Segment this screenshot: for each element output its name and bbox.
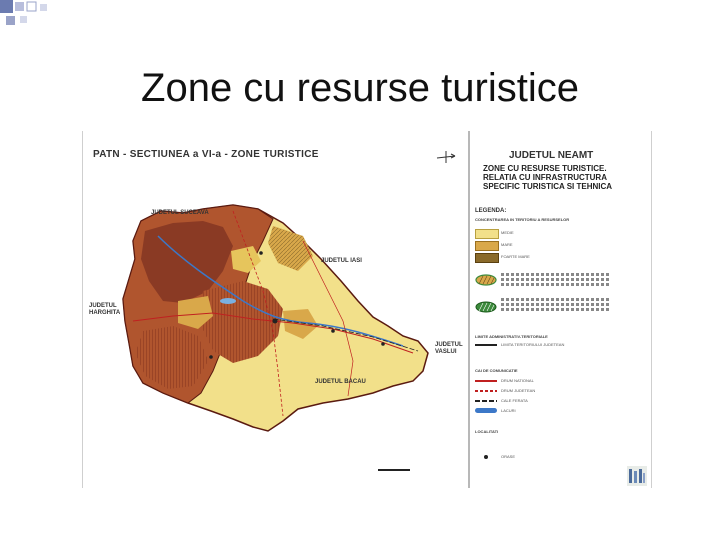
- label-iasi: JUDETUL IASI: [321, 258, 362, 264]
- slide-title: Zone cu resurse turistice: [141, 66, 579, 110]
- map-divider: [468, 131, 470, 488]
- town-marker: [381, 342, 385, 346]
- legend-swatch-lakes: [475, 408, 497, 413]
- label-suceava: JUDETUL SUCEAVA: [151, 210, 209, 216]
- label-harghita: JUDETUL HARGHITA: [89, 303, 121, 316]
- legend-swatch-high: [475, 241, 499, 251]
- town-marker: [272, 318, 278, 324]
- town-marker: [209, 355, 213, 359]
- legend-hatched-oval-1: [475, 274, 497, 286]
- lake: [220, 298, 236, 304]
- label-bacau: JUDETUL BACAU: [315, 379, 366, 385]
- corner-decoration: [0, 0, 47, 25]
- legend-line-national-road: [475, 380, 497, 382]
- legend-label-city: ORASE: [501, 454, 516, 459]
- legend-heading: LEGENDA:: [475, 208, 507, 214]
- legend-title: ZONE CU RESURSE TURISTICE. RELATIA CU IN…: [483, 164, 613, 191]
- legend-label-county-road: DRUM JUDETEAN: [501, 388, 536, 393]
- legend-hatched-oval-2: [475, 301, 497, 313]
- scale-bar: [378, 469, 410, 471]
- legend-zone-text-1: [501, 272, 611, 286]
- legend-section-admin: LIMITE ADMINISTRATIV-TERITORIALE: [475, 334, 548, 339]
- legend-county-name: JUDETUL NEAMT: [509, 150, 594, 161]
- county-map: [122, 204, 429, 432]
- town-marker: [259, 251, 263, 255]
- legend-label-high: MARE: [501, 242, 513, 247]
- legend-swatch-medium: [475, 229, 499, 239]
- tourism-map-figure: PATN - SECTIUNEA a VI-a - ZONE TURISTICE: [82, 131, 652, 488]
- legend-label-national-road: DRUM NATIONAL: [501, 378, 534, 383]
- legend-label-medium: MEDIE: [501, 230, 514, 235]
- legend-line-railway: [475, 400, 497, 402]
- institution-logo: [627, 466, 647, 486]
- town-marker: [331, 329, 335, 333]
- legend-line-county-limit: [475, 344, 497, 346]
- legend-section-roads: CAI DE COMUNICATIE: [475, 368, 518, 373]
- legend-symbol-city: [484, 455, 488, 459]
- legend-section-localities: LOCALITATI: [475, 429, 499, 434]
- label-vaslui: JUDETUL VASLUI: [435, 342, 463, 355]
- map-legend: JUDETUL NEAMT ZONE CU RESURSE TURISTICE.…: [473, 131, 651, 488]
- legend-label-railway: CALE FERATA: [501, 398, 528, 403]
- legend-label-very-high: FOARTE MARE: [501, 254, 530, 259]
- legend-label-lakes: LACURI: [501, 408, 516, 413]
- legend-swatch-very-high: [475, 253, 499, 263]
- legend-zone-text-2: [501, 297, 611, 311]
- legend-line-county-road: [475, 390, 497, 392]
- legend-label-county-limit: LIMITA TERITORIULUI JUDETEAN: [501, 342, 565, 347]
- legend-section-concentration: CONCENTRAREA IN TERITORIU A RESURSELOR: [475, 217, 570, 222]
